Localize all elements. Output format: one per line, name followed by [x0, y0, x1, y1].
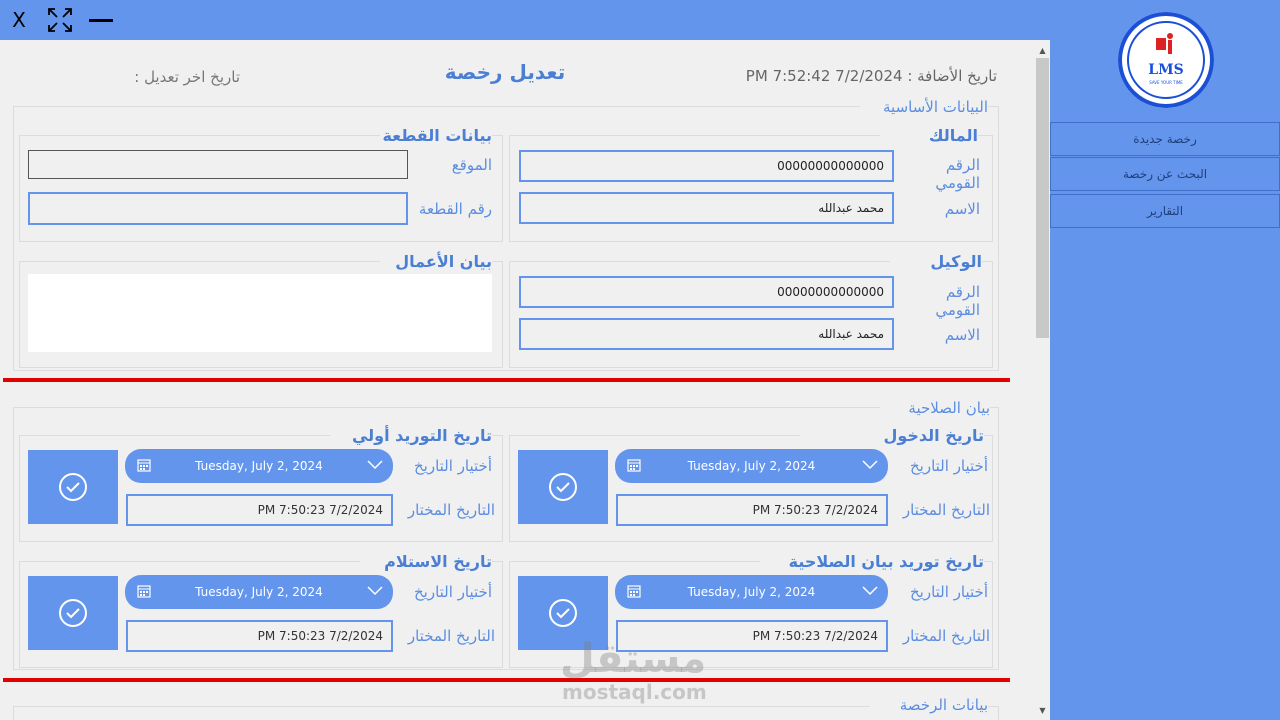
- works-title: بيان الأعمال: [380, 252, 492, 271]
- calendar-icon: [137, 584, 151, 601]
- confirm-check-button[interactable]: [28, 576, 118, 650]
- date-picker-value: Tuesday, July 2, 2024: [195, 459, 323, 473]
- plot-title: بيانات القطعة: [380, 126, 492, 145]
- owner-title: المالك: [880, 126, 978, 145]
- agent-national-id-field[interactable]: 00000000000000: [519, 276, 894, 308]
- agent-name-label: الاسم: [944, 326, 980, 344]
- sidebar-item-reports[interactable]: التقارير: [1050, 194, 1280, 228]
- selected-date-label: التاريخ المختار: [902, 627, 990, 645]
- lms-logo: LMS SAVE YOUR TIME: [1116, 10, 1216, 110]
- check-circle-icon: [549, 599, 577, 627]
- selected-date-label: التاريخ المختار: [407, 627, 495, 645]
- minimize-icon[interactable]: [88, 4, 114, 36]
- confirm-check-button[interactable]: [28, 450, 118, 524]
- sidebar-item-label: البحث عن رخصة: [1122, 167, 1208, 181]
- initial-supply-date-picker[interactable]: Tuesday, July 2, 2024: [125, 449, 393, 483]
- sidebar-item-search-license[interactable]: البحث عن رخصة: [1050, 157, 1280, 191]
- date-picker-value: Tuesday, July 2, 2024: [687, 585, 816, 599]
- vertical-scrollbar[interactable]: ▲ ▼: [1035, 40, 1050, 720]
- license-data-title: بيانات الرخصة: [870, 696, 988, 714]
- agent-name-field[interactable]: محمد عبدالله: [519, 318, 894, 350]
- scroll-up-icon[interactable]: ▲: [1035, 42, 1050, 58]
- plot-number-label: رقم القطعة: [418, 200, 492, 218]
- scroll-down-icon[interactable]: ▼: [1035, 702, 1050, 718]
- chevron-down-icon: [862, 585, 878, 599]
- plot-number-field[interactable]: [28, 192, 408, 225]
- plot-location-label: الموقع: [451, 156, 492, 174]
- agent-title: الوكيل: [890, 252, 982, 271]
- entry-date-picker[interactable]: Tuesday, July 2, 2024: [615, 449, 888, 483]
- check-circle-icon: [59, 473, 87, 501]
- main-panel: تاريخ اخر تعديل : تعديل رخصة PM تاريخ ال…: [0, 40, 1035, 720]
- watermark-arabic: مستقل: [560, 636, 707, 682]
- license-data-group: [13, 706, 999, 720]
- basic-data-title: البيانات الأساسية: [860, 98, 988, 116]
- date-picker-value: Tuesday, July 2, 2024: [195, 585, 323, 599]
- owner-name-label: الاسم: [944, 200, 980, 218]
- works-textarea[interactable]: [28, 274, 492, 352]
- section-divider: [3, 378, 1010, 382]
- chevron-down-icon: [862, 459, 878, 473]
- receipt-date-title: تاريخ الاستلام: [360, 552, 492, 571]
- calendar-icon: [137, 458, 151, 475]
- owner-national-id-field[interactable]: 00000000000000: [519, 150, 894, 182]
- receipt-selected-date: PM 7:50:23 7/2/2024: [126, 620, 393, 652]
- entry-date-title: تاريخ الدخول: [800, 426, 984, 445]
- sidebar-item-new-license[interactable]: رخصة جديدة: [1050, 122, 1280, 156]
- selected-date-label: التاريخ المختار: [407, 501, 495, 519]
- owner-name-field[interactable]: محمد عبدالله: [519, 192, 894, 224]
- last-modified-label: تاريخ اخر تعديل :: [134, 68, 240, 86]
- calendar-icon: [627, 584, 641, 601]
- initial-supply-selected-date: PM 7:50:23 7/2/2024: [126, 494, 393, 526]
- agent-national-id-label: الرقم القومي: [935, 283, 980, 319]
- scroll-thumb[interactable]: [1036, 58, 1049, 338]
- chevron-down-icon: [367, 585, 383, 599]
- sidebar: LMS SAVE YOUR TIME رخصة جديدة البحث عن ر…: [1050, 0, 1280, 720]
- receipt-date-picker[interactable]: Tuesday, July 2, 2024: [125, 575, 393, 609]
- page-title: تعديل رخصة: [444, 60, 566, 84]
- confirm-check-button[interactable]: [518, 450, 608, 524]
- pick-date-label: أختيار التاريخ: [413, 583, 492, 601]
- logo-subtext: SAVE YOUR TIME: [1149, 80, 1183, 85]
- pick-date-label: أختيار التاريخ: [413, 457, 492, 475]
- sidebar-item-label: التقارير: [1146, 204, 1184, 218]
- calendar-icon: [627, 458, 641, 475]
- logo-text: LMS: [1148, 62, 1183, 78]
- section-divider: [3, 678, 1010, 682]
- pick-date-label: أختيار التاريخ: [909, 583, 988, 601]
- owner-national-id-label: الرقم القومي: [935, 156, 980, 192]
- validity-supply-date-picker[interactable]: Tuesday, July 2, 2024: [615, 575, 888, 609]
- check-circle-icon: [549, 473, 577, 501]
- sidebar-item-label: رخصة جديدة: [1133, 132, 1197, 146]
- entry-selected-date: PM 7:50:23 7/2/2024: [616, 494, 888, 526]
- plot-location-field[interactable]: [28, 150, 408, 179]
- selected-date-label: التاريخ المختار: [902, 501, 990, 519]
- watermark-latin: mostaql.com: [562, 680, 707, 704]
- close-button[interactable]: X: [8, 4, 30, 36]
- date-picker-value: Tuesday, July 2, 2024: [687, 459, 816, 473]
- validity-supply-date-title: تاريخ توريد بيان الصلاحية: [760, 552, 984, 571]
- pick-date-label: أختيار التاريخ: [909, 457, 988, 475]
- maximize-icon[interactable]: [46, 4, 74, 36]
- chevron-down-icon: [367, 459, 383, 473]
- initial-supply-date-title: تاريخ التوريد أولي: [330, 426, 492, 445]
- validity-title: بيان الصلاحية: [880, 399, 990, 417]
- added-date: PM تاريخ الأضافة : 7/2/2024 7:52:42: [745, 67, 997, 85]
- check-circle-icon: [59, 599, 87, 627]
